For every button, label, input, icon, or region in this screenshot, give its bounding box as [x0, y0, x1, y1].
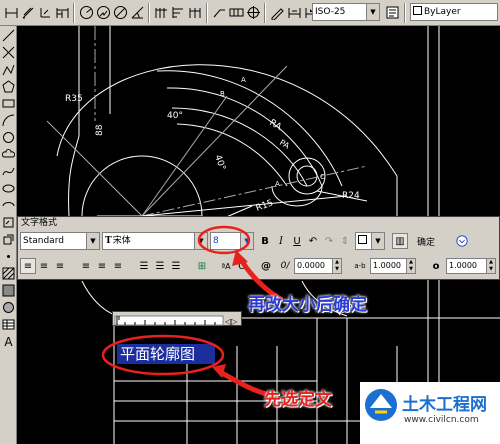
annotation-overlay	[101, 225, 284, 398]
watermark-site-name: 土木工程网	[402, 395, 487, 415]
watermark: 土木工程网 www.civilcn.com	[360, 382, 500, 444]
annotation-select-first: 先选定文	[264, 390, 332, 410]
arrow-to-mtext	[218, 369, 271, 398]
annotation-resize-confirm: 再改大小后确定	[248, 295, 367, 315]
height-highlight-ellipse	[197, 225, 251, 255]
mtext-highlight-ellipse	[101, 334, 225, 376]
site-logo-icon	[365, 389, 397, 421]
watermark-url: www.civilcn.com	[404, 415, 479, 425]
